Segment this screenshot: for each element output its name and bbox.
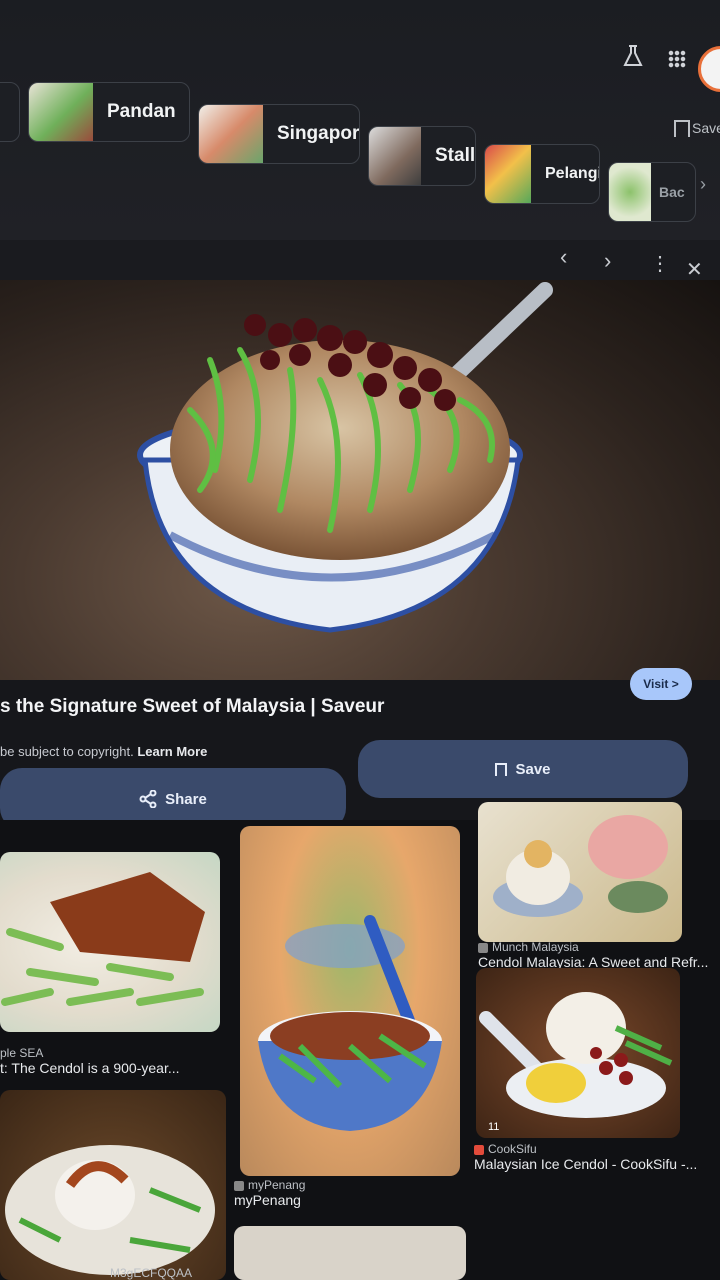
result-card[interactable]: [0, 852, 220, 1032]
result-source: ple SEA: [0, 1046, 44, 1060]
chip-label: Bac: [659, 184, 685, 200]
image-title[interactable]: s the Signature Sweet of Malaysia | Save…: [0, 696, 384, 718]
site-favicon-icon: [478, 942, 488, 953]
site-favicon-icon: [234, 1180, 244, 1191]
flask-icon[interactable]: [622, 44, 644, 72]
result-meta[interactable]: Munch Malaysia Cendol Malaysia: A Sweet …: [478, 940, 708, 970]
result-card[interactable]: [0, 1090, 226, 1280]
result-card[interactable]: [240, 826, 460, 1176]
save-button[interactable]: Save: [358, 740, 688, 798]
result-caption: Malaysian Ice Cendol - CookSifu -...: [474, 1156, 698, 1172]
result-card-partial[interactable]: [234, 1226, 466, 1280]
viewer-toolbar: [0, 240, 720, 280]
result-source-text: CookSifu: [488, 1142, 537, 1156]
result-source: M3gECFQQAA: [110, 1266, 193, 1280]
chip-pelangi[interactable]: Pelangi: [484, 144, 600, 204]
chip-bac[interactable]: Bac: [608, 162, 696, 222]
bookmark-icon[interactable]: [674, 120, 690, 137]
result-source: CookSifu: [474, 1142, 697, 1156]
learn-more-link[interactable]: Learn More: [137, 744, 207, 759]
result-source-text: myPenang: [248, 1178, 306, 1192]
preview-image-cendol[interactable]: [0, 280, 720, 680]
apps-grid-icon[interactable]: [668, 50, 686, 68]
chip-thumbnail: [29, 83, 93, 141]
chip-thumbnail: [485, 145, 531, 203]
chip-label: Pandan: [107, 101, 176, 122]
chip-edge[interactable]: [0, 82, 20, 142]
chip-label: Pelangi: [545, 165, 600, 182]
chip-thumbnail: [609, 163, 651, 221]
result-caption: t: The Cendol is a 900-year...: [0, 1060, 180, 1076]
bookmark-icon: [495, 762, 508, 776]
chip-thumbnail: [199, 105, 263, 163]
share-label: Share: [165, 790, 207, 808]
chip-thumbnail: [369, 127, 421, 185]
result-caption: myPenang: [234, 1192, 301, 1208]
chip-label: Singapore: [277, 123, 360, 144]
more-vert-icon[interactable]: ⋮: [650, 254, 670, 274]
saved-link[interactable]: Save: [692, 120, 720, 136]
result-card[interactable]: 11: [476, 968, 680, 1138]
close-icon[interactable]: ✕: [686, 260, 703, 280]
result-meta[interactable]: ple SEA t: The Cendol is a 900-year...: [0, 1046, 180, 1076]
result-source: Munch Malaysia: [478, 940, 708, 954]
chip-stall[interactable]: Stall: [368, 126, 476, 186]
chips-next-chevron-icon[interactable]: ›: [700, 174, 706, 195]
site-favicon-icon: [474, 1144, 484, 1155]
svg-text:11: 11: [488, 1121, 499, 1133]
visit-button[interactable]: Visit >: [630, 668, 692, 700]
chip-pandan[interactable]: Pandan: [28, 82, 190, 142]
result-meta[interactable]: CookSifu Malaysian Ice Cendol - CookSifu…: [474, 1142, 697, 1172]
previous-chevron-icon[interactable]: ‹: [560, 246, 567, 268]
result-meta[interactable]: myPenang myPenang: [234, 1178, 305, 1208]
chip-singapore[interactable]: Singapore: [198, 104, 360, 164]
result-source-text: Munch Malaysia: [492, 940, 579, 954]
copyright-text: be subject to copyright.: [0, 744, 134, 759]
save-label: Save: [515, 760, 551, 778]
next-chevron-icon[interactable]: ›: [604, 250, 611, 272]
chip-label: Stall: [435, 145, 476, 166]
share-icon: [139, 790, 157, 808]
result-source: myPenang: [234, 1178, 305, 1192]
result-card[interactable]: [478, 802, 682, 942]
copyright-note: be subject to copyright. Learn More: [0, 744, 207, 759]
